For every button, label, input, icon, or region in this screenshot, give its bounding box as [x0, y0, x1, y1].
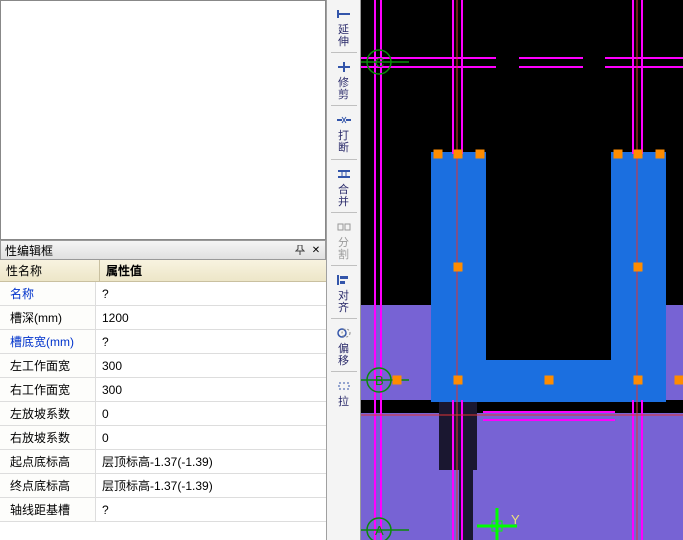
pin-icon[interactable]	[293, 243, 307, 257]
tool-label: 合并	[338, 184, 349, 208]
row-value[interactable]: 300	[96, 378, 326, 401]
drawing-canvas[interactable]: C B A Y	[361, 0, 683, 540]
row-name: 终点底标高	[0, 474, 96, 497]
table-row[interactable]: 左放坡系数0	[0, 402, 326, 426]
offset-icon	[335, 325, 353, 341]
header-name: 性名称	[0, 260, 100, 281]
row-name: 名称	[0, 282, 96, 305]
row-name: 轴线距基槽	[0, 498, 96, 521]
extend-button[interactable]: 延伸	[329, 2, 359, 50]
table-row[interactable]: 终点底标高层顶标高-1.37(-1.39)	[0, 474, 326, 498]
split-icon	[335, 219, 353, 235]
tool-label: 对齐	[338, 290, 349, 314]
row-name: 起点底标高	[0, 450, 96, 473]
trim-button[interactable]: 修剪	[329, 55, 359, 103]
grid-header: 性名称 属性值	[0, 260, 326, 282]
close-icon[interactable]: ✕	[309, 243, 323, 257]
break-button[interactable]: 打断	[329, 108, 359, 156]
row-name: 槽深(mm)	[0, 306, 96, 329]
table-row[interactable]: 右工作面宽300	[0, 378, 326, 402]
table-row[interactable]: 起点底标高层顶标高-1.37(-1.39)	[0, 450, 326, 474]
align-button[interactable]: 对齐	[329, 268, 359, 316]
marker-c: C	[375, 55, 384, 70]
row-value[interactable]: 300	[96, 354, 326, 377]
stretch-icon	[335, 378, 353, 394]
vertical-toolbar: 延伸修剪打断合并分割对齐偏移拉	[327, 0, 361, 540]
left-panel: 性编辑框 ✕ 性名称 属性值 名称?槽深(mm)1200槽底宽(mm)?左工作面…	[0, 0, 327, 540]
row-name: 右工作面宽	[0, 378, 96, 401]
row-name: 右放坡系数	[0, 426, 96, 449]
row-name: 槽底宽(mm)	[0, 330, 96, 353]
break-icon	[335, 112, 353, 128]
tool-label: 拉	[338, 396, 349, 408]
property-panel-header: 性编辑框 ✕	[0, 240, 326, 260]
row-value[interactable]: ?	[96, 498, 326, 521]
table-row[interactable]: 左工作面宽300	[0, 354, 326, 378]
tool-label: 偏移	[338, 343, 349, 367]
marker-a: A	[375, 523, 384, 538]
row-name: 左放坡系数	[0, 402, 96, 425]
row-value[interactable]: ?	[96, 330, 326, 353]
row-value[interactable]: 层顶标高-1.37(-1.39)	[96, 474, 326, 497]
header-value: 属性值	[100, 260, 326, 281]
panel-title: 性编辑框	[5, 242, 53, 259]
tool-label: 延伸	[338, 24, 349, 48]
grid-body[interactable]: 名称?槽深(mm)1200槽底宽(mm)?左工作面宽300右工作面宽300左放坡…	[0, 282, 326, 540]
stretch-button[interactable]: 拉	[329, 374, 359, 410]
row-value[interactable]: ?	[96, 282, 326, 305]
align-icon	[335, 272, 353, 288]
merge-icon	[335, 166, 353, 182]
table-row[interactable]: 槽深(mm)1200	[0, 306, 326, 330]
row-value[interactable]: 1200	[96, 306, 326, 329]
row-value[interactable]: 层顶标高-1.37(-1.39)	[96, 450, 326, 473]
extend-icon	[335, 6, 353, 22]
table-row[interactable]: 名称?	[0, 282, 326, 306]
row-name: 左工作面宽	[0, 354, 96, 377]
table-row[interactable]: 右放坡系数0	[0, 426, 326, 450]
offset-button[interactable]: 偏移	[329, 321, 359, 369]
blank-area	[0, 0, 326, 240]
table-row[interactable]: 槽底宽(mm)?	[0, 330, 326, 354]
split-button: 分割	[329, 215, 359, 263]
row-value[interactable]: 0	[96, 402, 326, 425]
trim-icon	[335, 59, 353, 75]
tool-label: 修剪	[338, 77, 349, 101]
tool-label: 分割	[338, 237, 349, 261]
marker-b: B	[375, 373, 384, 388]
tool-label: 打断	[338, 130, 349, 154]
row-value[interactable]: 0	[96, 426, 326, 449]
table-row[interactable]: 轴线距基槽?	[0, 498, 326, 522]
merge-button[interactable]: 合并	[329, 162, 359, 210]
svg-text:Y: Y	[511, 512, 520, 527]
